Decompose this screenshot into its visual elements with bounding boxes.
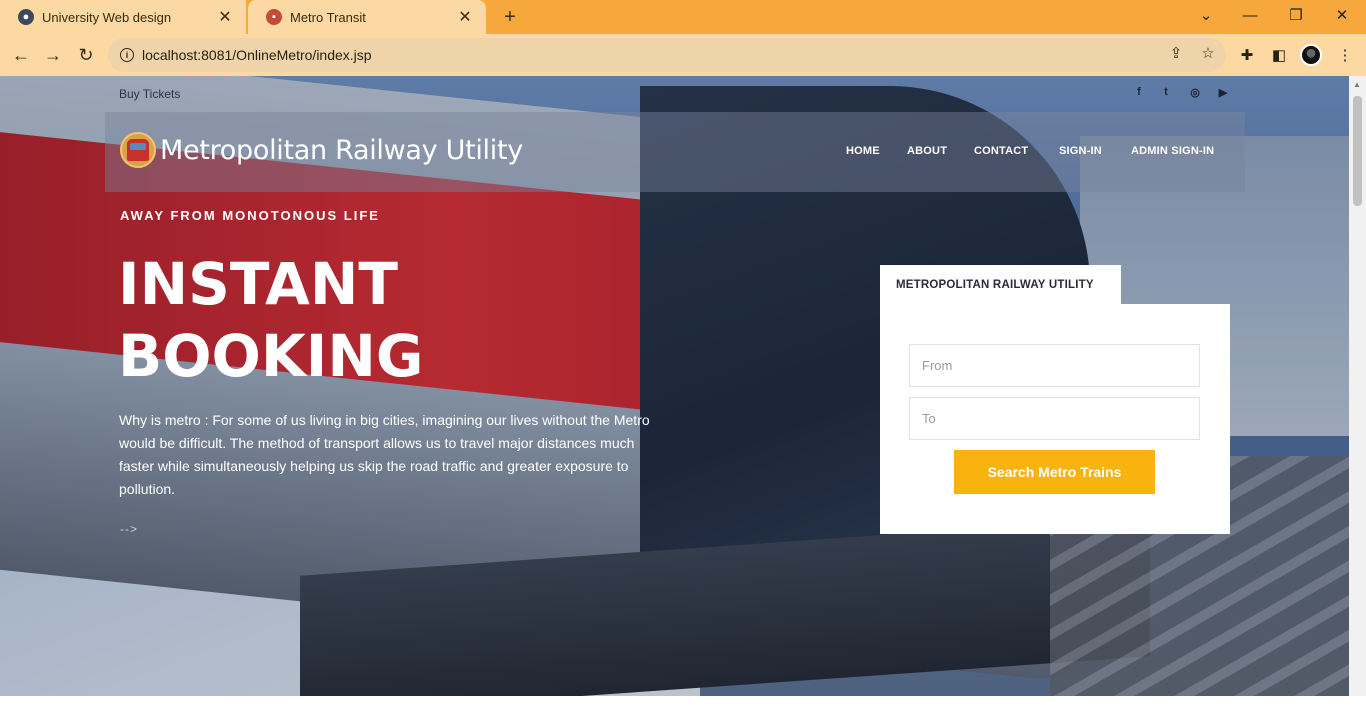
address-bar[interactable]: i localhost:8081/OnlineMetro/index.jsp [108,38,1226,72]
tab-search-icon[interactable]: ⌄ [1184,0,1228,30]
browser-toolbar: ← → ↻ i localhost:8081/OnlineMetro/index… [0,34,1366,76]
search-metro-trains-button[interactable]: Search Metro Trains [954,450,1155,494]
share-icon[interactable]: ⇪ [1165,42,1187,64]
nav-contact[interactable]: CONTACT [974,145,1028,157]
headline-line-2: BOOKING [118,322,424,390]
menu-kebab-icon[interactable]: ⋮ [1334,44,1356,66]
hero-description: Why is metro : For some of us living in … [119,412,650,497]
globe-icon: ● [18,9,34,25]
new-tab-button[interactable]: + [498,5,522,29]
buy-tickets-link[interactable]: Buy Tickets [119,87,180,101]
from-input[interactable] [909,344,1200,387]
read-more-arrow-link[interactable]: --> [120,522,138,536]
forward-button[interactable]: → [40,42,66,68]
metro-logo-icon [120,132,156,168]
profile-avatar[interactable] [1300,44,1322,66]
hero-headline: INSTANT BOOKING [118,248,424,392]
tab-title: University Web design [42,9,172,25]
twitter-icon[interactable]: t [1159,86,1173,98]
site-info-icon[interactable]: i [120,48,134,62]
tab-metro-transit[interactable]: ▪ Metro Transit ✕ [248,0,486,34]
booking-tab[interactable]: METROPOLITAN RAILWAY UTILITY [880,265,1121,305]
close-tab-icon[interactable]: ✕ [216,7,234,27]
hero-section: Buy Tickets f t ◎ ▶ Metropolitan Railway… [0,76,1349,696]
scrollbar-thumb[interactable] [1353,96,1362,206]
facebook-icon[interactable]: f [1132,86,1146,98]
url-text: localhost:8081/OnlineMetro/index.jsp [142,47,372,63]
side-panel-icon[interactable]: ◧ [1268,44,1290,66]
scroll-up-arrow-icon[interactable]: ▲ [1353,80,1361,89]
nav-admin-signin[interactable]: ADMIN SIGN-IN [1131,145,1214,157]
booking-widget: METROPOLITAN RAILWAY UTILITY Search Metr… [880,265,1230,534]
below-fold-area [0,696,1349,720]
nav-home[interactable]: HOME [846,145,880,157]
train-icon: ▪ [266,9,282,25]
brand-name: Metropolitan Railway Utility [160,134,523,166]
instagram-icon[interactable]: ◎ [1188,86,1202,99]
booking-panel: Search Metro Trains [880,304,1230,534]
reload-button[interactable]: ↻ [73,42,99,68]
back-button[interactable]: ← [8,42,34,68]
restore-button[interactable]: ❐ [1274,0,1318,30]
tab-university-web-design[interactable]: ● University Web design ✕ [0,0,246,34]
brand[interactable]: Metropolitan Railway Utility [120,132,523,168]
to-input[interactable] [909,397,1200,440]
nav-signin[interactable]: SIGN-IN [1059,145,1102,157]
close-window-button[interactable]: ✕ [1320,0,1364,30]
youtube-icon[interactable]: ▶ [1216,86,1230,99]
page-viewport: Buy Tickets f t ◎ ▶ Metropolitan Railway… [0,76,1366,720]
bookmark-star-icon[interactable]: ☆ [1197,42,1219,64]
headline-line-1: INSTANT [118,250,398,318]
hero-kicker: AWAY FROM MONOTONOUS LIFE [120,208,380,223]
tab-title: Metro Transit [290,9,366,25]
minimize-button[interactable]: — [1228,0,1272,30]
browser-tabstrip: ● University Web design ✕ ▪ Metro Transi… [0,0,1366,34]
close-tab-icon[interactable]: ✕ [456,7,474,27]
page-scrollbar[interactable]: ▲ [1349,76,1366,696]
nav-about[interactable]: ABOUT [907,145,947,157]
extensions-icon[interactable]: ✚ [1236,44,1258,66]
